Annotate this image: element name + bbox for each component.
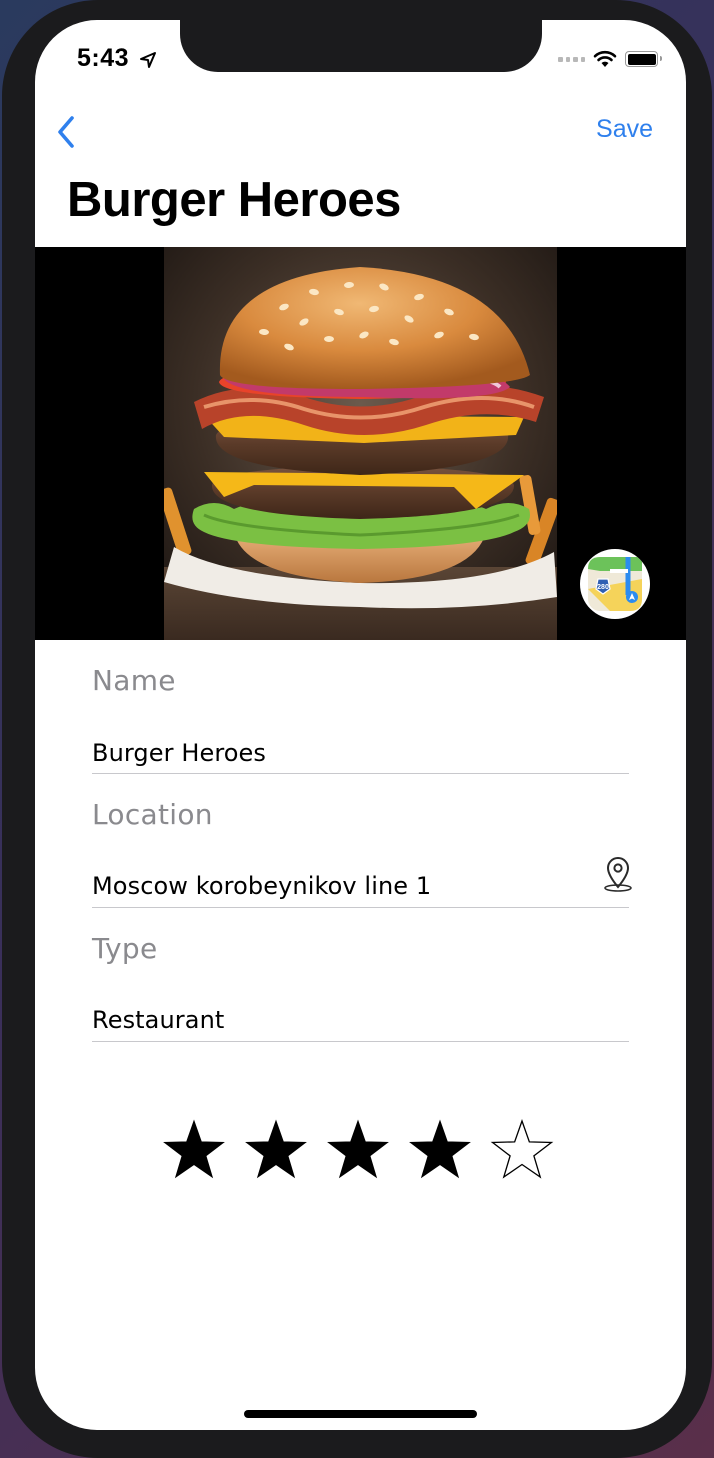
type-field[interactable]: Restaurant [92,1006,224,1034]
svg-text:280: 280 [597,584,609,591]
star-filled-icon[interactable] [408,1118,472,1182]
type-label: Type [92,932,158,965]
star-filled-icon[interactable] [326,1118,390,1182]
home-indicator[interactable] [244,1410,477,1418]
location-label: Location [92,798,213,831]
app-screen: 5:43 Save Burger Heroes 280 Name Burger … [35,20,686,1430]
chevron-left-icon [58,116,74,148]
maps-button[interactable]: 280 [580,549,650,619]
battery-icon [625,51,662,67]
rating-control[interactable] [162,1118,554,1182]
burger-photo [164,247,557,640]
location-field[interactable]: Moscow korobeynikov line 1 [92,872,431,900]
status-time: 5:43 [77,44,130,72]
status-indicators [558,48,662,70]
save-button[interactable]: Save [596,115,653,144]
device-notch [180,20,542,72]
location-arrow-icon [140,52,156,68]
back-button[interactable] [51,112,81,152]
cellular-signal-icon [558,56,585,62]
location-divider [92,907,629,908]
hero-image-area: 280 [35,247,686,640]
name-field[interactable]: Burger Heroes [92,739,266,767]
location-pin-icon[interactable] [601,856,635,892]
star-empty-icon[interactable] [490,1118,554,1182]
name-divider [92,773,629,774]
wifi-icon [593,50,617,67]
apple-maps-icon: 280 [588,557,642,611]
phone-frame: 5:43 Save Burger Heroes 280 Name Burger … [2,0,712,1458]
star-filled-icon[interactable] [244,1118,308,1182]
page-title: Burger Heroes [67,173,401,227]
name-label: Name [92,664,176,697]
star-filled-icon[interactable] [162,1118,226,1182]
type-divider [92,1041,629,1042]
